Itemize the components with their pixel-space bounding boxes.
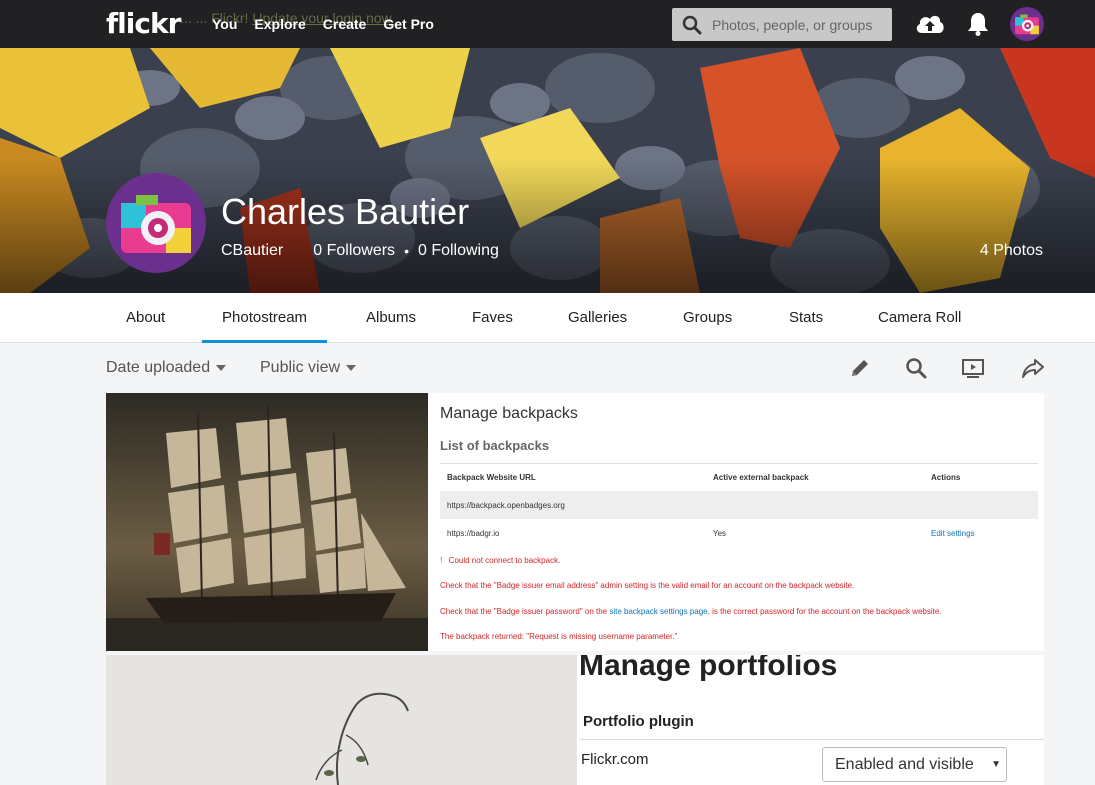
backpack-url: https://badgr.io: [447, 529, 500, 538]
followers-link[interactable]: 0 Followers: [313, 242, 395, 260]
nav-explore[interactable]: Explore: [254, 0, 305, 48]
view-label: Public view: [260, 359, 341, 376]
tab-groups[interactable]: Groups: [663, 293, 752, 343]
cover-photo: Charles Bautier CBautier 0 Followers • 0…: [0, 48, 1095, 293]
error-text: , is the correct password for the accoun…: [707, 607, 942, 616]
sort-dropdown[interactable]: Date uploaded: [106, 359, 227, 377]
table-row: https://backpack.openbadges.org: [440, 491, 1038, 519]
profile-name: Charles Bautier: [221, 191, 470, 232]
portfolios-subtitle: Portfolio plugin: [583, 713, 694, 730]
nav-create[interactable]: Create: [323, 0, 367, 48]
portfolio-visibility-select[interactable]: Enabled and visible ▼: [822, 747, 1007, 782]
backpacks-title: Manage backpacks: [440, 405, 578, 422]
site-backpack-settings-link[interactable]: site backpack settings page: [609, 607, 707, 616]
backpacks-subtitle: List of backpacks: [440, 438, 550, 453]
caret-down-icon: [216, 365, 227, 371]
search-icon[interactable]: [905, 357, 927, 384]
tab-faves[interactable]: Faves: [452, 293, 533, 343]
profile-meta: CBautier 0 Followers • 0 Following: [221, 242, 499, 260]
caret-down-icon: [346, 365, 357, 371]
portfolio-label: Flickr.com: [581, 751, 649, 768]
table-row: https://badgr.io Yes Edit settings: [440, 519, 1038, 547]
col-actions-header: Actions: [931, 473, 961, 482]
photo-tall-ship[interactable]: [106, 393, 428, 651]
slideshow-icon[interactable]: [961, 357, 985, 384]
upload-cloud-icon[interactable]: [914, 11, 946, 42]
photo-count: 4 Photos: [979, 242, 1043, 259]
user-avatar[interactable]: [1010, 7, 1044, 41]
error-text: Check that the "Badge issuer password" o…: [440, 607, 610, 616]
profile-tabs: About Photostream Albums Faves Galleries…: [0, 293, 1095, 343]
error-line: ! Could not connect to backpack.: [440, 556, 560, 565]
error-line: Check that the "Badge issuer password" o…: [440, 607, 942, 616]
search-icon[interactable]: [682, 15, 702, 40]
tab-stats[interactable]: Stats: [769, 293, 843, 343]
backpack-active: Yes: [713, 529, 727, 538]
tab-albums[interactable]: Albums: [346, 293, 436, 343]
top-bar: ... ... Flickr! Update your login now. f…: [0, 0, 1095, 48]
error-line: Check that the "Badge issuer email addre…: [440, 581, 855, 590]
flickr-logo[interactable]: flickr: [106, 7, 181, 40]
profile-avatar[interactable]: [106, 173, 206, 273]
view-dropdown[interactable]: Public view: [260, 359, 357, 377]
error-line: The backpack returned: "Request is missi…: [440, 632, 678, 641]
separator-dot: •: [404, 243, 409, 259]
tab-galleries[interactable]: Galleries: [548, 293, 647, 343]
nav-you[interactable]: You: [212, 0, 237, 48]
search-input[interactable]: [712, 8, 887, 41]
share-icon[interactable]: [1021, 357, 1045, 384]
sort-label: Date uploaded: [106, 359, 211, 376]
notifications-bell-icon[interactable]: [966, 11, 990, 42]
main-nav: You Explore Create Get Pro: [212, 0, 451, 48]
backpack-url: https://backpack.openbadges.org: [447, 501, 565, 510]
edit-pencil-icon[interactable]: [849, 357, 871, 384]
profile-username: CBautier: [221, 242, 284, 259]
tab-camera-roll[interactable]: Camera Roll: [858, 293, 981, 343]
col-url-header: Backpack Website URL: [447, 473, 536, 482]
photostream-toolbar: Date uploaded Public view: [0, 343, 1095, 393]
select-value: Enabled and visible: [835, 756, 974, 773]
edit-settings-link[interactable]: Edit settings: [931, 529, 975, 538]
portfolios-title: Manage portfolios: [579, 655, 838, 682]
warning-icon: !: [440, 556, 443, 565]
tab-photostream[interactable]: Photostream: [202, 293, 328, 343]
divider: [440, 463, 1038, 464]
photo-manage-portfolios[interactable]: Manage portfolios Portfolio plugin Flick…: [577, 655, 1044, 785]
nav-get-pro[interactable]: Get Pro: [383, 0, 434, 48]
following-link[interactable]: 0 Following: [418, 242, 499, 260]
tab-about[interactable]: About: [106, 293, 185, 343]
photo-plant[interactable]: [106, 655, 577, 785]
divider: [579, 739, 1044, 740]
photo-manage-backpacks[interactable]: Manage backpacks List of backpacks Backp…: [428, 393, 1044, 651]
search-box: [672, 8, 892, 41]
caret-down-icon: ▼: [991, 759, 1001, 770]
col-active-header: Active external backpack: [713, 473, 809, 482]
error-text: Could not connect to backpack.: [448, 556, 561, 565]
